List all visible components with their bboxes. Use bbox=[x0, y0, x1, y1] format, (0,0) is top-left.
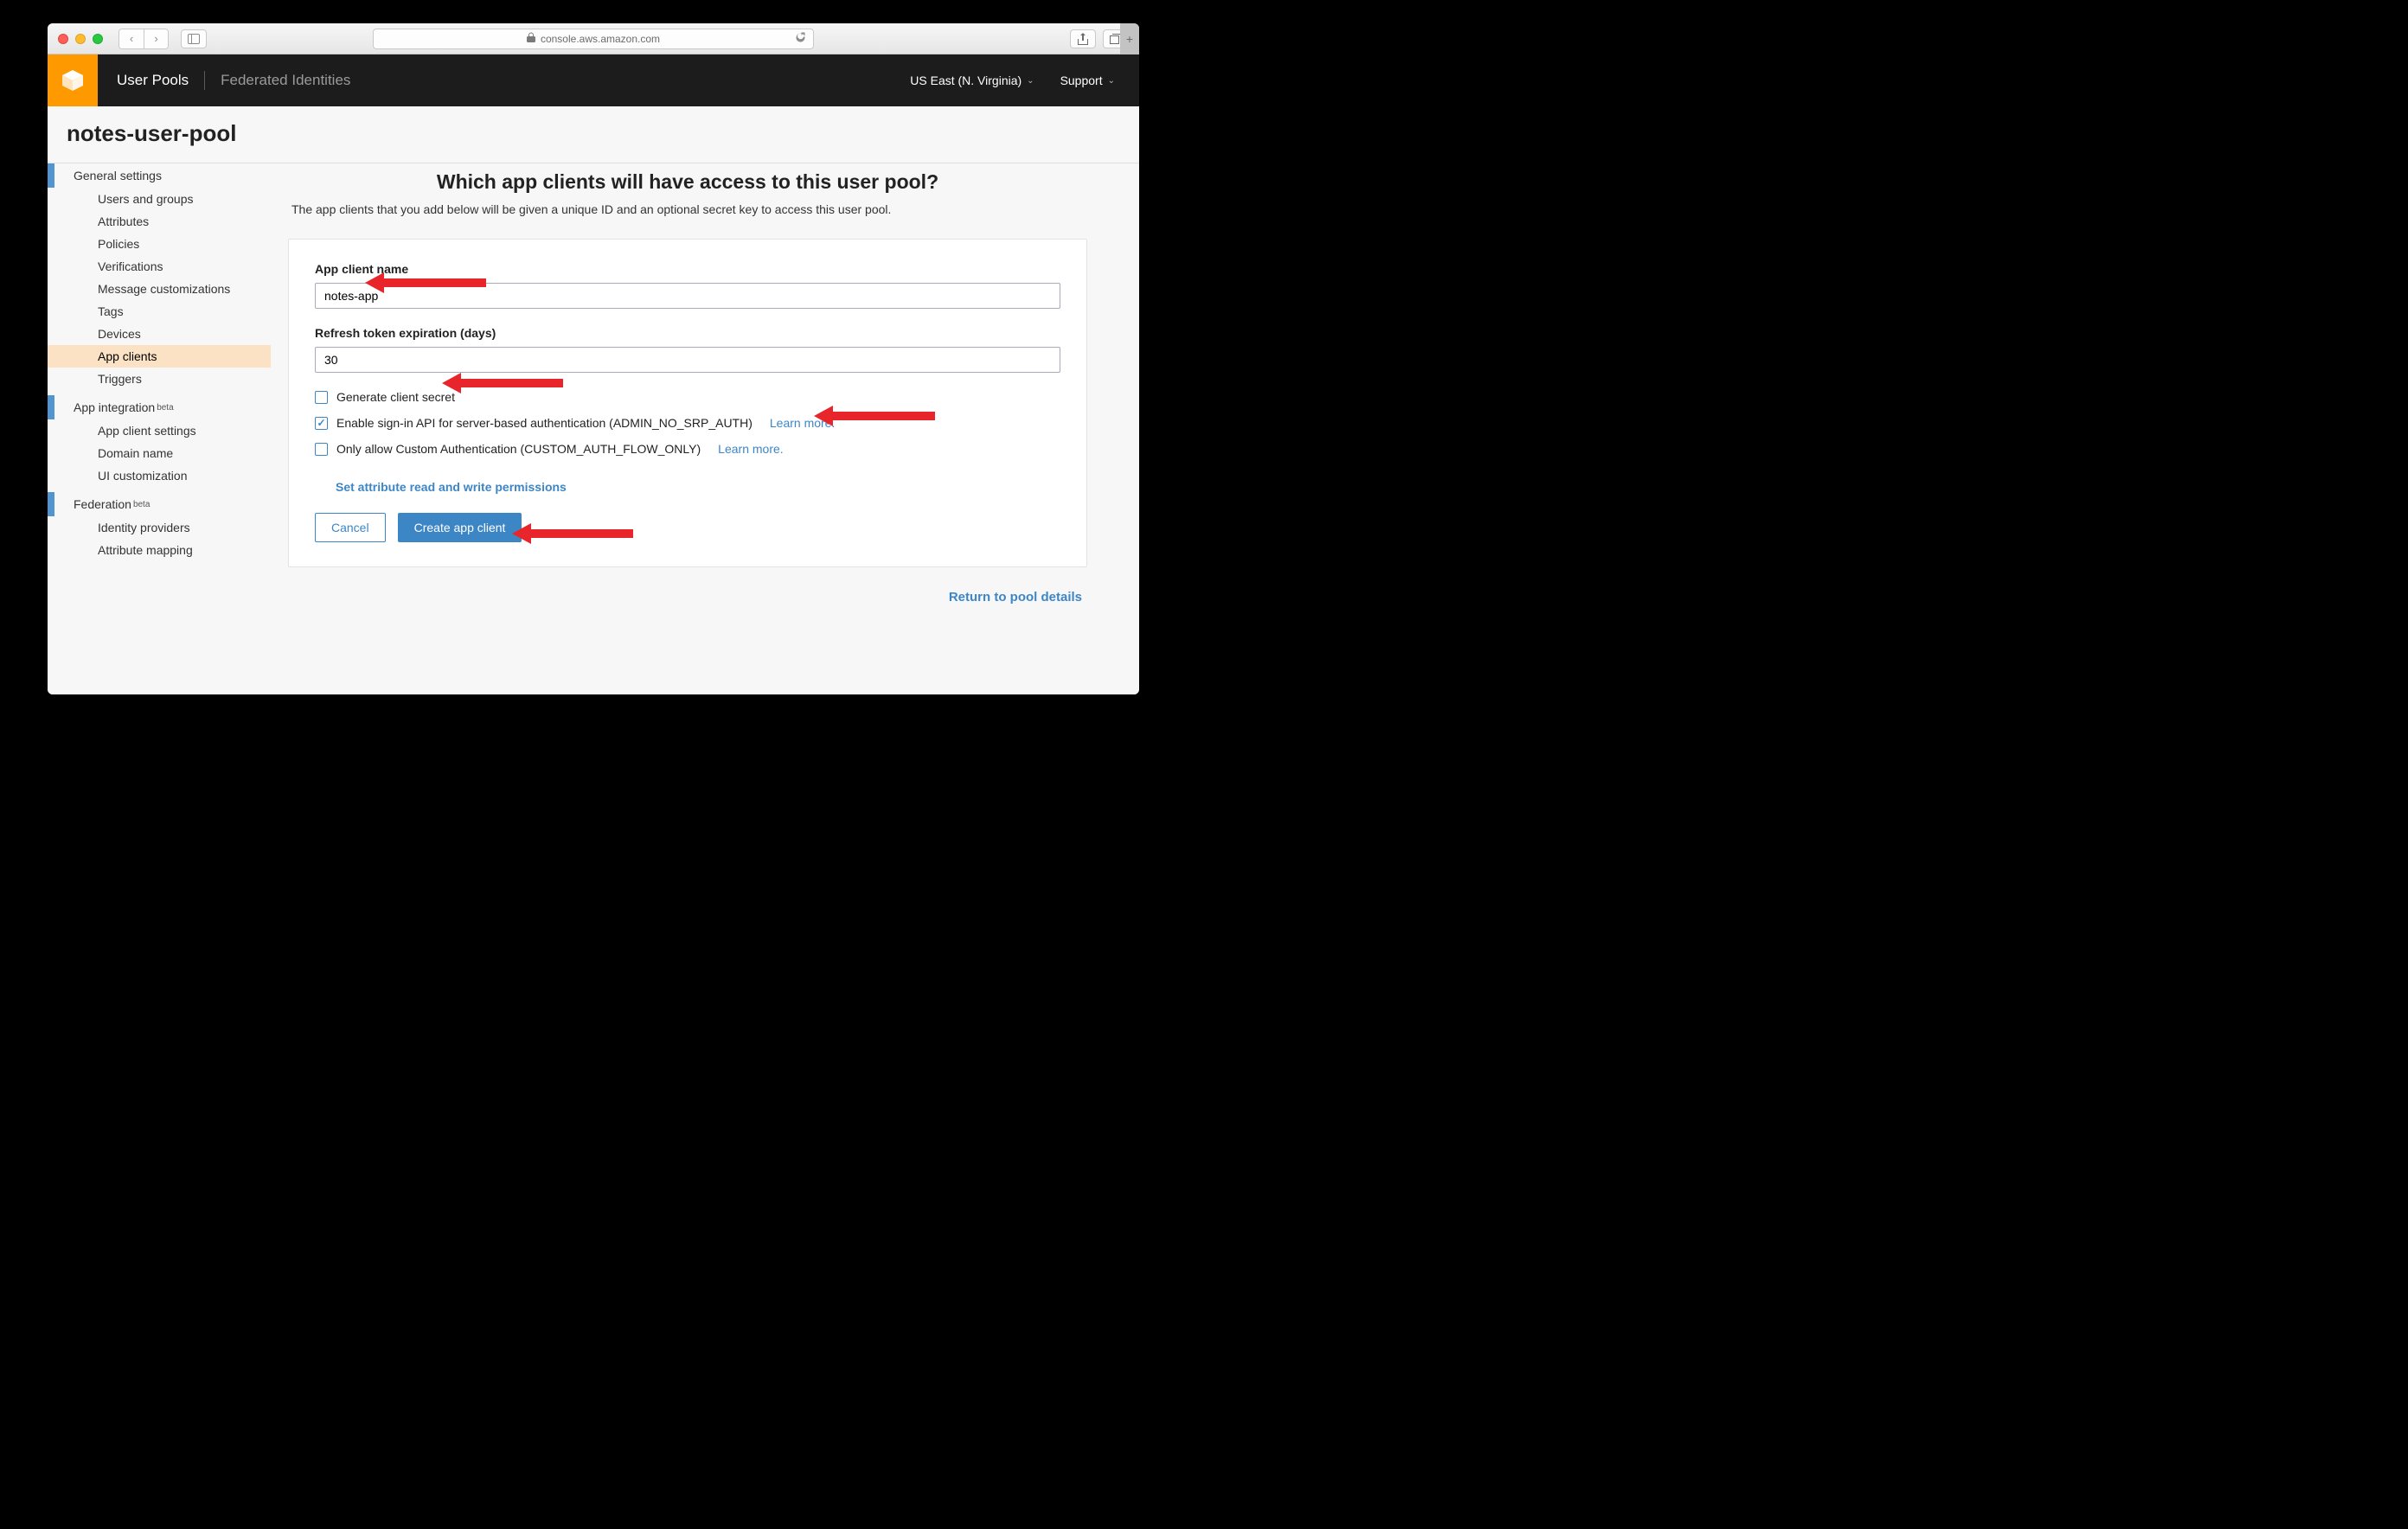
refresh-token-input[interactable] bbox=[315, 347, 1060, 373]
generate-secret-checkbox[interactable] bbox=[315, 391, 328, 404]
sidebar-item-app-clients[interactable]: App clients bbox=[48, 345, 271, 368]
learn-more-custom-link[interactable]: Learn more. bbox=[718, 442, 783, 456]
learn-more-signin-link[interactable]: Learn more. bbox=[770, 416, 835, 430]
nav-federated-identities[interactable]: Federated Identities bbox=[221, 72, 350, 89]
page-heading: Which app clients will have access to th… bbox=[288, 170, 1087, 194]
support-label: Support bbox=[1060, 74, 1103, 87]
sidebar-item-domain-name[interactable]: Domain name bbox=[48, 442, 271, 464]
pool-title-bar: notes-user-pool bbox=[48, 106, 1139, 163]
new-tab-button[interactable]: + bbox=[1120, 23, 1139, 54]
nav-user-pools[interactable]: User Pools bbox=[117, 72, 189, 89]
generate-secret-label: Generate client secret bbox=[336, 390, 455, 404]
maximize-window-button[interactable] bbox=[93, 34, 103, 44]
browser-titlebar: ‹ › console.aws.amazon.com bbox=[48, 23, 1139, 54]
sidebar-item-identity-providers[interactable]: Identity providers bbox=[48, 516, 271, 539]
region-dropdown[interactable]: US East (N. Virginia) ⌄ bbox=[910, 74, 1034, 87]
browser-window: ‹ › console.aws.amazon.com bbox=[48, 23, 1139, 694]
beta-badge: beta bbox=[133, 500, 150, 509]
button-row: Cancel Create app client bbox=[315, 513, 1060, 542]
app-client-card: App client name Refresh token expiration… bbox=[288, 239, 1087, 567]
nav-buttons: ‹ › bbox=[118, 29, 169, 49]
show-sidebar-button[interactable] bbox=[181, 29, 207, 48]
sidebar-item-app-client-settings[interactable]: App client settings bbox=[48, 419, 271, 442]
address-text: console.aws.amazon.com bbox=[541, 33, 660, 45]
nav-separator bbox=[204, 71, 205, 90]
sidebar-item-policies[interactable]: Policies bbox=[48, 233, 271, 255]
address-bar[interactable]: console.aws.amazon.com bbox=[373, 29, 814, 49]
sidebar-group-federation[interactable]: Federationbeta bbox=[48, 492, 271, 516]
close-window-button[interactable] bbox=[58, 34, 68, 44]
sidebar-item-message-customizations[interactable]: Message customizations bbox=[48, 278, 271, 300]
sidebar-item-verifications[interactable]: Verifications bbox=[48, 255, 271, 278]
attribute-permissions-link[interactable]: Set attribute read and write permissions bbox=[336, 480, 567, 494]
app-client-name-input[interactable] bbox=[315, 283, 1060, 309]
back-button[interactable]: ‹ bbox=[119, 29, 144, 48]
main-panel: Which app clients will have access to th… bbox=[271, 163, 1139, 694]
custom-auth-row: Only allow Custom Authentication (CUSTOM… bbox=[315, 442, 1060, 456]
sidebar-group-general-settings[interactable]: General settings bbox=[48, 163, 271, 188]
window-controls bbox=[58, 34, 103, 44]
sidebar: General settingsUsers and groupsAttribut… bbox=[48, 163, 271, 694]
create-app-client-button[interactable]: Create app client bbox=[398, 513, 522, 542]
reload-icon[interactable] bbox=[795, 32, 806, 46]
chevron-down-icon: ⌄ bbox=[1027, 76, 1034, 86]
cube-icon bbox=[59, 67, 86, 94]
lock-icon bbox=[527, 32, 535, 45]
enable-signin-api-row: Enable sign-in API for server-based auth… bbox=[315, 416, 1060, 430]
custom-auth-label: Only allow Custom Authentication (CUSTOM… bbox=[336, 442, 701, 456]
aws-service-logo[interactable] bbox=[48, 54, 98, 106]
pool-title: notes-user-pool bbox=[67, 120, 1120, 147]
chevron-down-icon: ⌄ bbox=[1108, 76, 1115, 86]
app-client-name-label: App client name bbox=[315, 262, 1060, 276]
cancel-button[interactable]: Cancel bbox=[315, 513, 386, 542]
content: General settingsUsers and groupsAttribut… bbox=[48, 163, 1139, 694]
beta-badge: beta bbox=[157, 403, 173, 413]
sidebar-item-tags[interactable]: Tags bbox=[48, 300, 271, 323]
support-dropdown[interactable]: Support ⌄ bbox=[1060, 74, 1115, 87]
sidebar-item-attribute-mapping[interactable]: Attribute mapping bbox=[48, 539, 271, 561]
return-to-pool-link[interactable]: Return to pool details bbox=[949, 590, 1082, 605]
sidebar-icon bbox=[188, 34, 200, 44]
enable-signin-api-label: Enable sign-in API for server-based auth… bbox=[336, 416, 752, 430]
share-icon bbox=[1078, 33, 1088, 45]
sidebar-item-triggers[interactable]: Triggers bbox=[48, 368, 271, 390]
region-label: US East (N. Virginia) bbox=[910, 74, 1021, 87]
refresh-token-label: Refresh token expiration (days) bbox=[315, 326, 1060, 340]
aws-header: User Pools Federated Identities US East … bbox=[48, 54, 1139, 106]
page-subtitle: The app clients that you add below will … bbox=[291, 202, 1087, 216]
sidebar-item-attributes[interactable]: Attributes bbox=[48, 210, 271, 233]
enable-signin-api-checkbox[interactable] bbox=[315, 417, 328, 430]
sidebar-item-ui-customization[interactable]: UI customization bbox=[48, 464, 271, 487]
share-button[interactable] bbox=[1070, 29, 1096, 48]
minimize-window-button[interactable] bbox=[75, 34, 86, 44]
custom-auth-checkbox[interactable] bbox=[315, 443, 328, 456]
sidebar-item-users-and-groups[interactable]: Users and groups bbox=[48, 188, 271, 210]
sidebar-item-devices[interactable]: Devices bbox=[48, 323, 271, 345]
sidebar-group-app-integration[interactable]: App integrationbeta bbox=[48, 395, 271, 419]
generate-secret-row: Generate client secret bbox=[315, 390, 1060, 404]
forward-button[interactable]: › bbox=[144, 29, 168, 48]
